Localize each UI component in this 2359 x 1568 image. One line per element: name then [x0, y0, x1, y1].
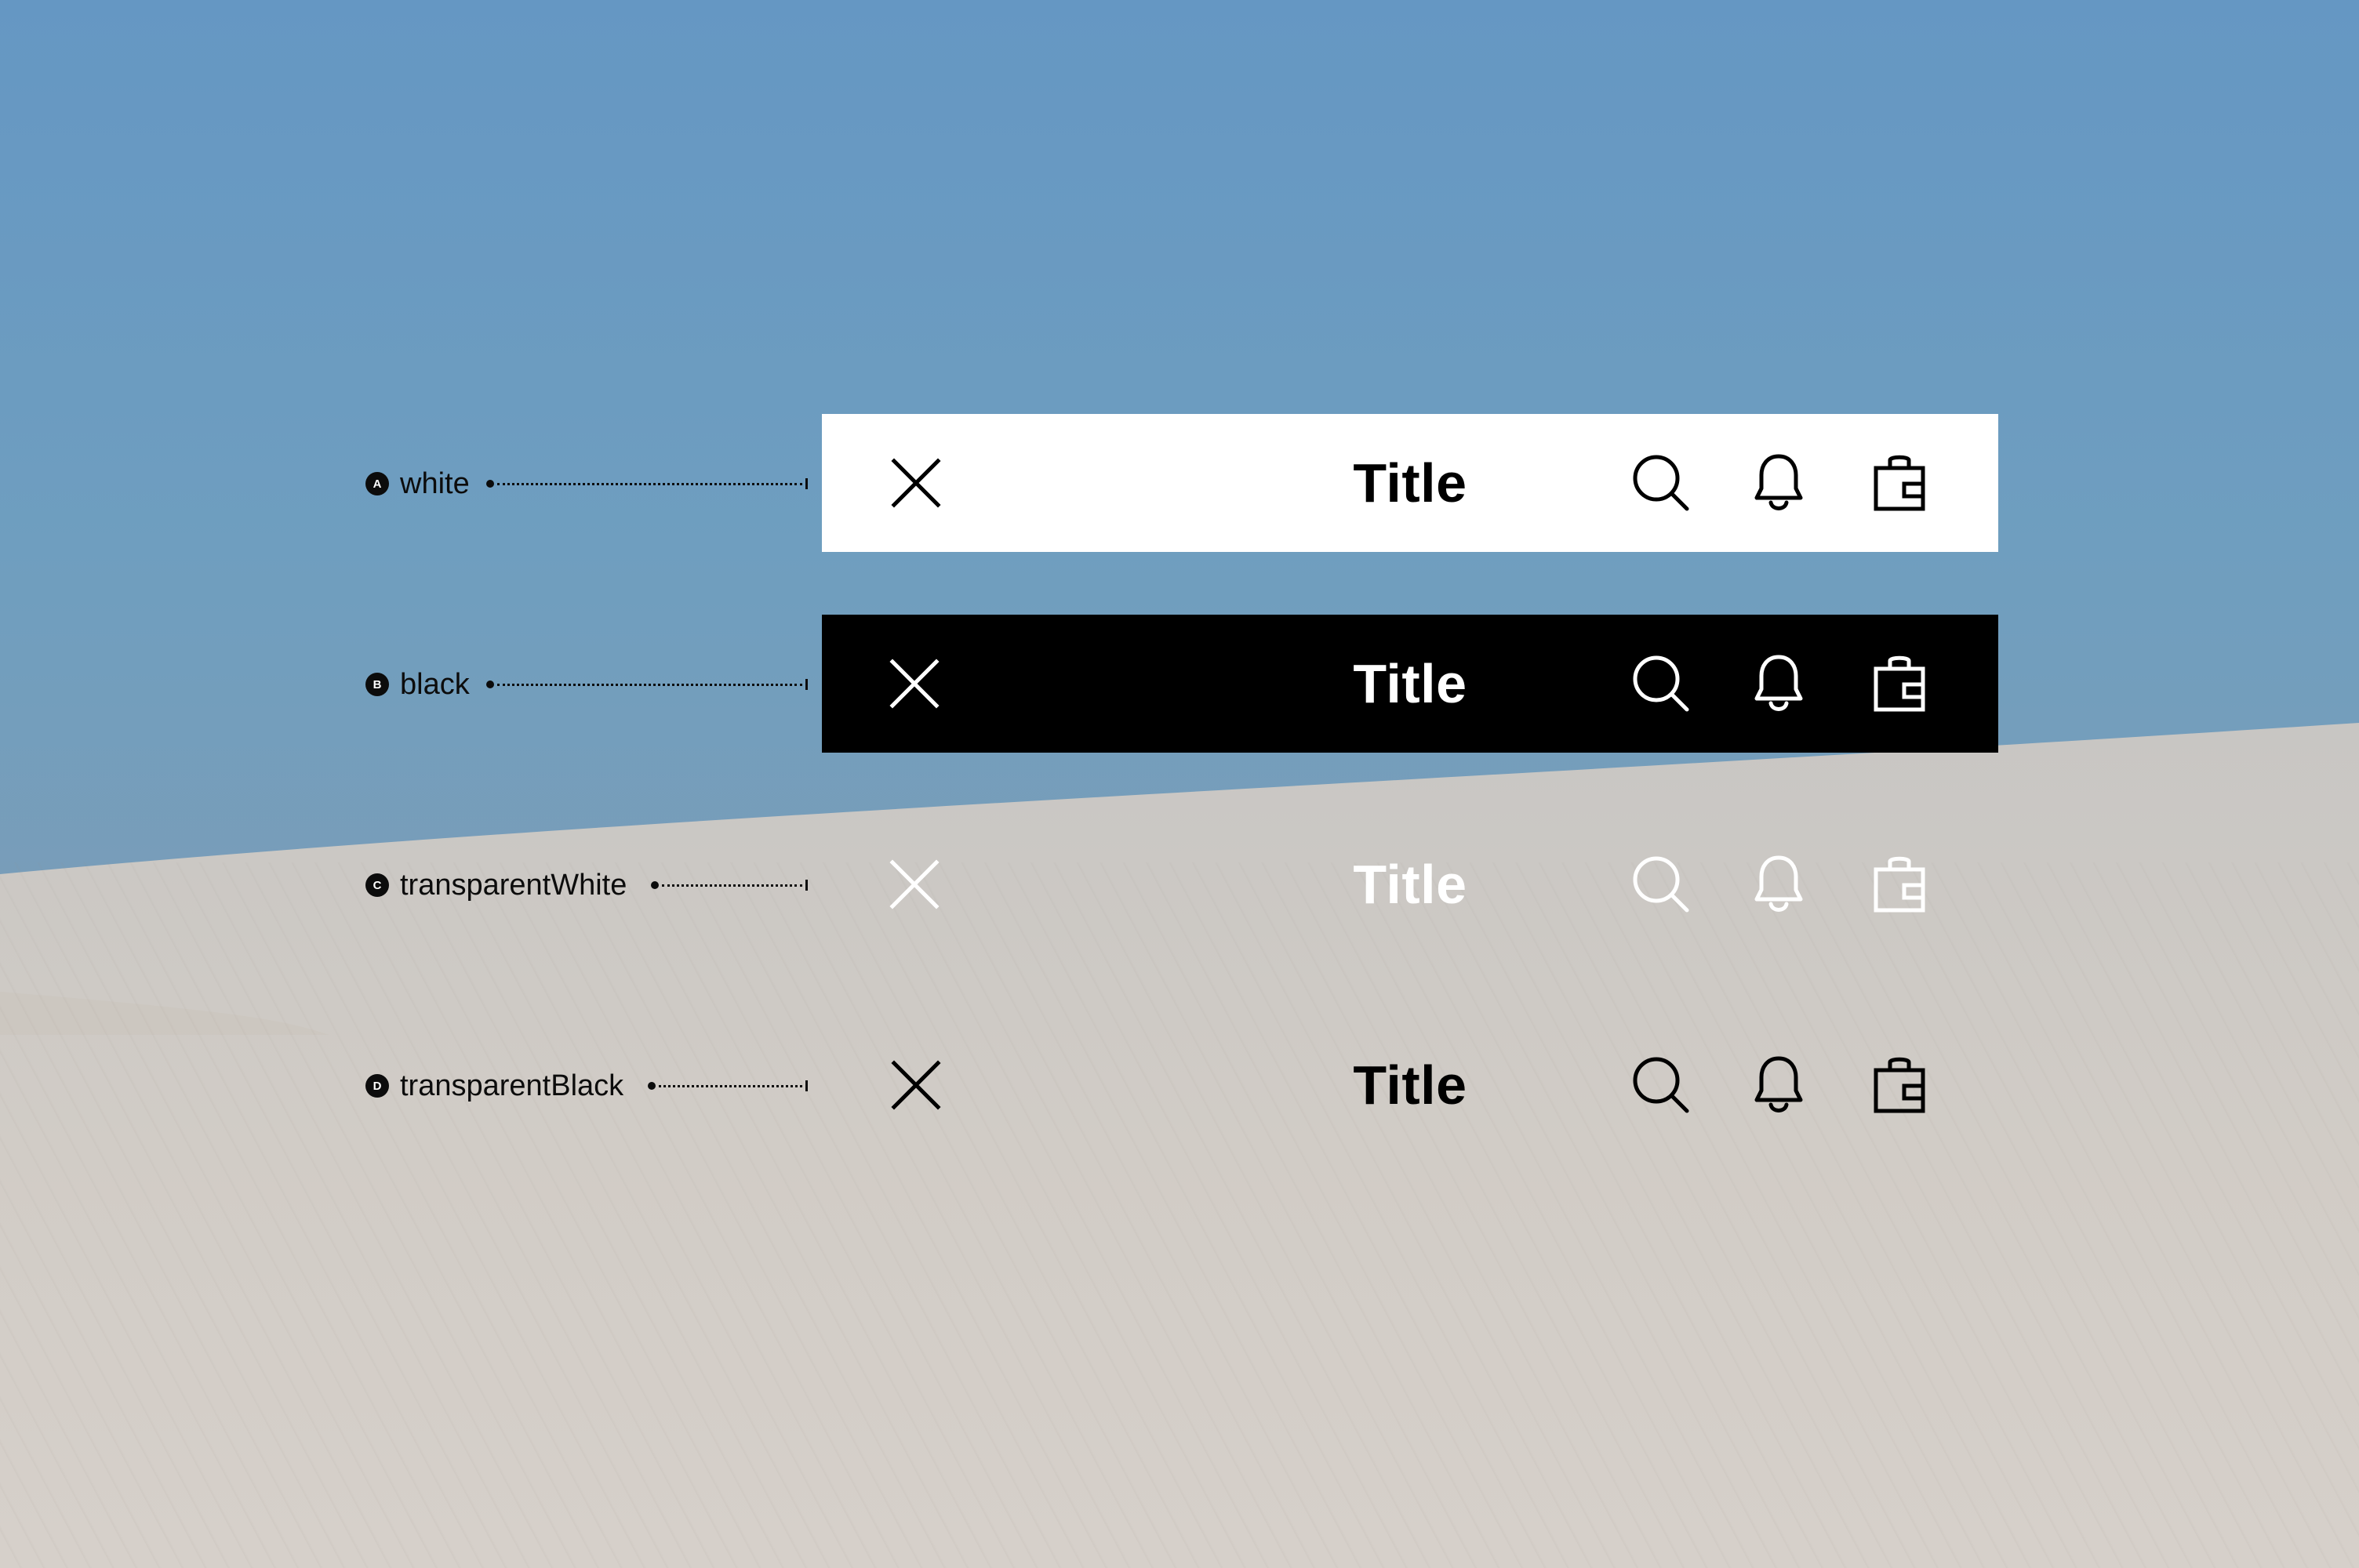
bell-icon[interactable]: [1754, 454, 1804, 512]
variant-label-text: transparentWhite: [400, 868, 627, 902]
variant-label-text: black: [400, 667, 470, 701]
search-icon[interactable]: [1632, 855, 1690, 913]
variant-badge: B: [365, 673, 389, 696]
navbar-transparent-black: Title: [822, 1016, 1998, 1154]
search-icon[interactable]: [1632, 655, 1690, 713]
close-icon[interactable]: [889, 859, 940, 909]
bell-icon[interactable]: [1754, 1056, 1804, 1114]
search-icon[interactable]: [1632, 1056, 1690, 1114]
navbar-title: Title: [1353, 854, 1467, 915]
shopping-bag-icon[interactable]: [1873, 1056, 1926, 1114]
variant-label-transparent-black: D transparentBlack: [365, 1069, 624, 1102]
variant-label-text: white: [400, 466, 470, 500]
variant-badge: C: [365, 873, 389, 897]
close-icon[interactable]: [891, 1060, 941, 1110]
sand-dune-background: [0, 0, 2359, 1568]
leader-line: [648, 1078, 808, 1094]
navbar-transparent-white: Title: [822, 815, 1998, 953]
variant-label-white: A white: [365, 466, 470, 500]
close-icon[interactable]: [889, 659, 940, 709]
bell-icon[interactable]: [1754, 855, 1804, 913]
variant-badge: D: [365, 1074, 389, 1098]
leader-line: [486, 677, 808, 692]
search-icon[interactable]: [1632, 454, 1690, 512]
navbar-white: Title: [822, 414, 1998, 552]
variant-label-text: transparentBlack: [400, 1069, 624, 1102]
shopping-bag-icon[interactable]: [1873, 454, 1926, 512]
variant-label-black: B black: [365, 667, 470, 701]
leader-line: [651, 877, 808, 893]
navbar-title: Title: [1353, 452, 1467, 514]
variant-badge: A: [365, 472, 389, 495]
navbar-title: Title: [1353, 1054, 1467, 1116]
variant-label-transparent-white: C transparentWhite: [365, 868, 627, 902]
shopping-bag-icon[interactable]: [1873, 655, 1926, 713]
close-icon[interactable]: [891, 458, 941, 508]
leader-line: [486, 476, 808, 492]
shopping-bag-icon[interactable]: [1873, 855, 1926, 913]
navbar-title: Title: [1353, 653, 1467, 714]
bell-icon[interactable]: [1754, 655, 1804, 713]
navbar-black: Title: [822, 615, 1998, 753]
